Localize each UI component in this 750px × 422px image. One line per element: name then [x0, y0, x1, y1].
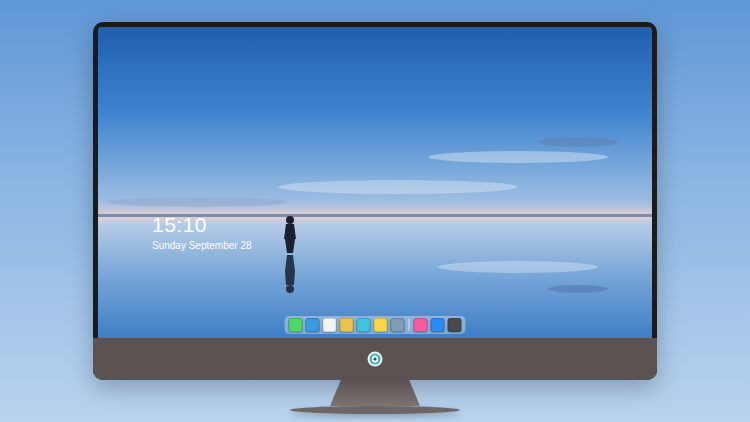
dock	[285, 316, 466, 334]
app-icon[interactable]	[340, 318, 354, 332]
monitor-stand-neck	[330, 380, 420, 406]
dock-separator	[409, 319, 410, 331]
app-icon[interactable]	[391, 318, 405, 332]
monitor-stand-base	[290, 406, 460, 414]
monitor-chin	[93, 338, 657, 380]
app-icon[interactable]	[289, 318, 303, 332]
page: 15:10 Sunday September 28	[0, 0, 750, 422]
wallpaper	[98, 27, 652, 338]
app-icon[interactable]	[306, 318, 320, 332]
app-icon[interactable]	[431, 318, 445, 332]
clock-date: Sunday September 28	[152, 239, 252, 252]
monitor: 15:10 Sunday September 28	[93, 22, 657, 380]
brand-logo-icon	[367, 351, 383, 367]
app-icon[interactable]	[357, 318, 371, 332]
lock-clock: 15:10 Sunday September 28	[152, 213, 252, 252]
app-icon[interactable]	[374, 318, 388, 332]
screen: 15:10 Sunday September 28	[98, 27, 652, 338]
app-icon[interactable]	[414, 318, 428, 332]
clock-time: 15:10	[152, 213, 252, 237]
app-icon[interactable]	[448, 318, 462, 332]
app-icon[interactable]	[323, 318, 337, 332]
